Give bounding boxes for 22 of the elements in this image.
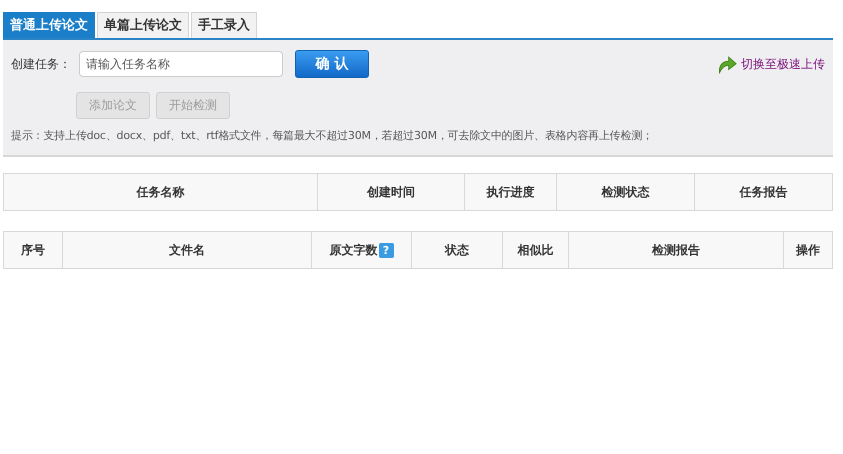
- column-header: 执行进度: [486, 184, 534, 198]
- switch-upload-link[interactable]: 切换至极速上传: [741, 56, 825, 72]
- tab[interactable]: 手工录入: [191, 12, 257, 38]
- column-header: 相似比: [518, 242, 554, 256]
- column-header: 状态: [445, 242, 469, 256]
- tab[interactable]: 单篇上传论文: [97, 12, 189, 38]
- column-header: 任务名称: [136, 184, 184, 198]
- task-name-field[interactable]: 请输入任务名称: [79, 51, 283, 77]
- hint-text: 提示：支持上传doc、docx、pdf、txt、rtf格式文件，每篇最大不超过30M，若超过30M，可去除文中的图片、表格内容再上传检测；: [11, 128, 654, 143]
- column-header: 检测状态: [602, 184, 650, 198]
- column-header: 操作: [796, 242, 820, 256]
- help-icon[interactable]: ?: [378, 242, 394, 258]
- create-task-label: 创建任务：: [11, 56, 71, 72]
- column-header: 原文字数: [330, 242, 378, 256]
- tab[interactable]: 普通上传论文: [3, 12, 95, 38]
- column-header: 序号: [21, 242, 45, 256]
- column-header: 检测报告: [652, 242, 700, 256]
- curved-arrow-icon: [717, 54, 737, 74]
- confirm-button[interactable]: 确 认: [295, 50, 369, 78]
- column-header: 创建时间: [367, 184, 415, 198]
- column-header: 文件名: [169, 242, 205, 256]
- column-header: 任务报告: [740, 184, 788, 198]
